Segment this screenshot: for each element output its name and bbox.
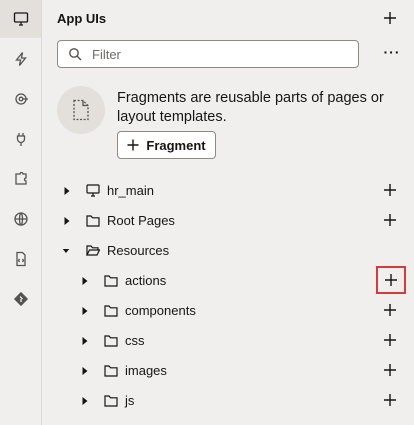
caret-right-icon[interactable] bbox=[81, 306, 89, 316]
add-button[interactable] bbox=[380, 360, 400, 380]
tree-item-resources[interactable]: Resources bbox=[42, 236, 414, 266]
puzzle-icon bbox=[14, 171, 27, 185]
rail-item-source[interactable] bbox=[0, 240, 41, 278]
search-icon bbox=[69, 48, 82, 61]
plus-icon bbox=[385, 274, 397, 286]
plus-icon bbox=[384, 364, 396, 376]
add-button[interactable] bbox=[380, 390, 400, 410]
fragment-illustration bbox=[57, 86, 105, 134]
globe-icon bbox=[13, 212, 28, 226]
tree-item-label: hr_main bbox=[107, 183, 154, 198]
folder-icon bbox=[104, 305, 118, 317]
tree-item-images[interactable]: images bbox=[42, 356, 414, 386]
caret-right-icon[interactable] bbox=[81, 276, 89, 286]
folder-icon bbox=[104, 395, 118, 407]
folder-icon bbox=[104, 365, 118, 377]
caret-right-icon[interactable] bbox=[63, 186, 71, 196]
tree-item-js[interactable]: js bbox=[42, 386, 414, 416]
rail-item-components[interactable] bbox=[0, 160, 41, 198]
tree-item-components[interactable]: components bbox=[42, 296, 414, 326]
plus-icon bbox=[384, 184, 396, 196]
tree-item-label: actions bbox=[125, 273, 167, 288]
fragments-description: Fragments are reusable parts of pages or… bbox=[117, 90, 384, 125]
app-uis-panel: App UIs ··· Fragments are reusable parts… bbox=[42, 0, 414, 425]
add-button[interactable] bbox=[380, 180, 400, 200]
caret-right-icon[interactable] bbox=[81, 366, 89, 376]
filter-input[interactable] bbox=[92, 45, 352, 63]
plug-icon bbox=[16, 133, 25, 146]
rail-item-app-uis[interactable] bbox=[0, 0, 41, 38]
tree-item-label: Root Pages bbox=[107, 213, 175, 228]
add-fragment-button-label: Fragment bbox=[146, 137, 206, 153]
tree-item-label: images bbox=[125, 363, 167, 378]
plus-icon bbox=[384, 304, 396, 316]
tree-item-hr-main[interactable]: hr_main bbox=[42, 176, 414, 206]
git-icon bbox=[13, 291, 28, 307]
more-options-button[interactable]: ··· bbox=[382, 44, 402, 64]
add-button[interactable] bbox=[380, 210, 400, 230]
filter-field bbox=[57, 40, 359, 68]
caret-right-icon[interactable] bbox=[81, 396, 89, 406]
tree-item-label: js bbox=[125, 393, 135, 408]
add-action-button[interactable] bbox=[376, 266, 406, 294]
rail-item-translations[interactable] bbox=[0, 200, 41, 238]
caret-right-icon[interactable] bbox=[63, 216, 71, 226]
plus-icon bbox=[384, 334, 396, 346]
tree-item-root-pages[interactable]: Root Pages bbox=[42, 206, 414, 236]
desktop-icon bbox=[86, 184, 100, 197]
rail-item-git[interactable] bbox=[0, 280, 41, 318]
add-button[interactable] bbox=[380, 330, 400, 350]
plus-icon bbox=[384, 214, 396, 226]
folder-icon bbox=[104, 275, 118, 287]
tree-item-css[interactable]: css bbox=[42, 326, 414, 356]
rail-item-actions[interactable] bbox=[0, 40, 41, 78]
plus-icon bbox=[384, 12, 396, 24]
folder-open-icon bbox=[86, 245, 100, 256]
tree-item-label: css bbox=[125, 333, 145, 348]
activity-rail bbox=[0, 0, 42, 425]
plus-icon bbox=[384, 394, 396, 406]
rail-item-services[interactable] bbox=[0, 80, 41, 118]
fragment-icon bbox=[73, 99, 89, 121]
service-icon bbox=[14, 93, 28, 105]
desktop-icon bbox=[13, 12, 28, 26]
rail-item-backends[interactable] bbox=[0, 120, 41, 158]
tree-item-label: Resources bbox=[107, 243, 170, 258]
folder-icon bbox=[104, 335, 118, 347]
lightning-icon bbox=[14, 52, 27, 66]
add-fragment-button[interactable]: Fragment bbox=[117, 131, 216, 159]
panel-title: App UIs bbox=[57, 11, 107, 26]
plus-icon bbox=[127, 139, 139, 151]
tree-item-actions[interactable]: actions bbox=[42, 266, 414, 296]
caret-down-icon[interactable] bbox=[62, 246, 70, 256]
add-app-ui-button[interactable] bbox=[380, 8, 400, 28]
folder-icon bbox=[86, 215, 100, 227]
caret-right-icon[interactable] bbox=[81, 336, 89, 346]
document-icon bbox=[15, 251, 26, 267]
add-button[interactable] bbox=[380, 300, 400, 320]
tree-item-label: components bbox=[125, 303, 196, 318]
